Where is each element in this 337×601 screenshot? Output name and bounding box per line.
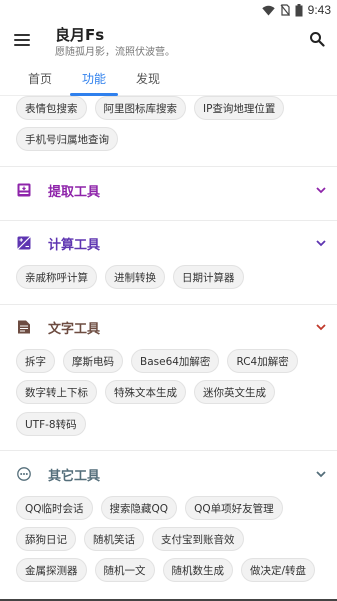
chip-morse[interactable]: 摩斯电码 [63, 349, 123, 373]
tools-list[interactable]: 表情包搜索 阿里图标库搜索 IP查询地理位置 手机号归属地查询 提取工具 计算工… [0, 96, 337, 601]
chip-search-hidden-qq[interactable]: 搜索隐藏QQ [100, 496, 178, 520]
chip-random-joke[interactable]: 随机笑话 [84, 527, 144, 551]
tab-discover[interactable]: 发现 [136, 70, 160, 87]
chip-row: 舔狗日记 随机笑话 支付宝到账音效 [16, 527, 244, 551]
tab-home[interactable]: 首页 [28, 70, 52, 87]
section-other-title: 其它工具 [48, 469, 101, 484]
more-dots-icon [17, 467, 31, 481]
app-subtitle: 愿随孤月影，流照伏波营。 [55, 47, 175, 58]
tab-bar: 首页 功能 发现 [0, 66, 337, 96]
calculator-icon [17, 236, 31, 250]
chip-base-convert[interactable]: 进制转换 [105, 265, 165, 289]
chip-alipay-sound[interactable]: 支付宝到账音效 [152, 527, 244, 551]
chip-random-number[interactable]: 随机数生成 [162, 558, 233, 582]
chip-relative-title-calc[interactable]: 亲戚称呼计算 [16, 265, 97, 289]
chevron-down-icon[interactable] [315, 184, 327, 196]
status-time: 9:43 [307, 3, 331, 17]
chip-simp-diary[interactable]: 舔狗日记 [16, 527, 76, 551]
divider [0, 166, 337, 167]
chevron-down-icon[interactable] [315, 321, 327, 333]
chip-phone-location[interactable]: 手机号归属地查询 [16, 127, 118, 151]
section-text-header[interactable]: 文字工具 [0, 315, 337, 339]
chip-random-article[interactable]: 随机一文 [94, 558, 155, 582]
chevron-down-icon[interactable] [315, 468, 327, 480]
download-box-icon [17, 183, 31, 197]
chevron-down-icon[interactable] [315, 237, 327, 249]
battery-icon [295, 3, 303, 16]
divider [0, 450, 337, 451]
chip-rc4[interactable]: RC4加解密 [227, 349, 298, 373]
app-title: 良月Fs [55, 26, 105, 44]
divider [0, 220, 337, 221]
section-calc-header[interactable]: 计算工具 [0, 231, 337, 255]
chip-ip-lookup[interactable]: IP查询地理位置 [194, 96, 285, 120]
menu-icon[interactable] [14, 34, 30, 48]
chip-sticker-search[interactable]: 表情包搜索 [16, 96, 87, 120]
section-extract-title: 提取工具 [48, 185, 101, 200]
chip-row: 拆字 摩斯电码 Base64加解密 RC4加解密 [16, 349, 298, 373]
section-other-header[interactable]: 其它工具 [0, 462, 337, 486]
document-icon [18, 320, 30, 334]
divider [0, 304, 337, 305]
chip-row: 亲戚称呼计算 进制转换 日期计算器 [16, 265, 244, 289]
chip-qq-oneway-friends[interactable]: QQ单项好友管理 [185, 496, 283, 520]
chip-date-calc[interactable]: 日期计算器 [173, 265, 244, 289]
chip-metal-detector[interactable]: 金属探测器 [16, 558, 87, 582]
chip-row: 数字转上下标 特殊文本生成 迷你英文生成 [16, 380, 275, 404]
chip-row: 表情包搜索 阿里图标库搜索 IP查询地理位置 [16, 96, 285, 120]
chip-row: QQ临时会话 搜索隐藏QQ QQ单项好友管理 [16, 496, 283, 520]
status-icons: 9:43 [261, 3, 331, 17]
chip-row: UTF-8转码 [16, 412, 86, 436]
chip-special-text[interactable]: 特殊文本生成 [105, 380, 186, 404]
section-extract-header[interactable]: 提取工具 [0, 178, 337, 202]
chip-decision-wheel[interactable]: 做决定/转盘 [241, 558, 316, 582]
chip-split-char[interactable]: 拆字 [16, 349, 55, 373]
chip-qq-temp-chat[interactable]: QQ临时会话 [16, 496, 93, 520]
chip-mini-english[interactable]: 迷你英文生成 [194, 380, 275, 404]
section-text-title: 文字工具 [48, 322, 101, 337]
status-bar: 9:43 [0, 0, 337, 22]
chip-row: 手机号归属地查询 [16, 127, 118, 151]
chip-row: 金属探测器 随机一文 随机数生成 做决定/转盘 [16, 558, 316, 582]
tab-functions[interactable]: 功能 [82, 70, 106, 87]
app-bar: 良月Fs 愿随孤月影，流照伏波营。 [0, 22, 337, 60]
chip-utf8[interactable]: UTF-8转码 [16, 412, 86, 436]
chip-superscript[interactable]: 数字转上下标 [16, 380, 97, 404]
search-icon[interactable] [309, 31, 325, 47]
no-sim-icon [280, 4, 290, 16]
chip-base64[interactable]: Base64加解密 [131, 349, 220, 373]
section-calc-title: 计算工具 [48, 238, 101, 253]
chip-iconfont-search[interactable]: 阿里图标库搜索 [94, 96, 186, 120]
wifi-icon [261, 5, 275, 15]
